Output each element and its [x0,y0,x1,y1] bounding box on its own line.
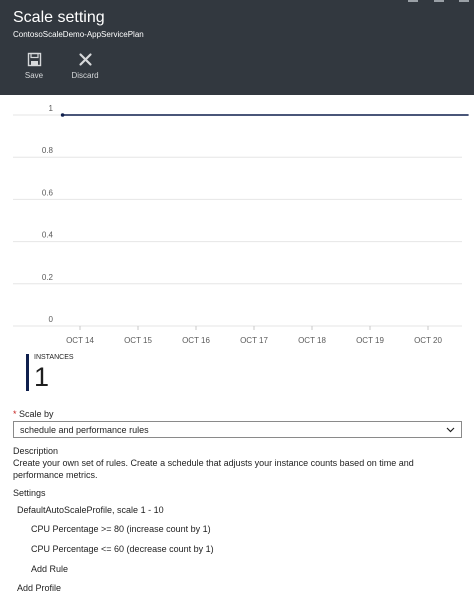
y-tick-label: 0.2 [42,273,54,282]
x-tick-label: OCT 17 [240,336,268,345]
instances-accent-bar [26,354,29,391]
rule-item[interactable]: CPU Percentage <= 60 (decrease count by … [31,544,214,554]
y-tick-label: 0.8 [42,146,54,155]
settings-heading: Settings [13,488,46,498]
profile-link[interactable]: DefaultAutoScaleProfile, scale 1 - 10 [17,505,164,515]
instances-label: INSTANCES [34,354,74,361]
x-tick-label: OCT 20 [414,336,442,345]
discard-label: Discard [71,71,99,80]
x-tick-label: OCT 14 [66,336,94,345]
y-tick-label: 0.4 [42,231,54,240]
description-heading: Description [13,446,59,456]
chevron-down-icon [446,427,455,433]
y-tick-label: 1 [49,104,54,113]
page-subtitle: ContosoScaleDemo-AppServicePlan [13,30,144,39]
scale-by-dropdown[interactable]: schedule and performance rules [13,421,462,438]
rule-item[interactable]: CPU Percentage >= 80 (increase count by … [31,524,211,534]
close-icon[interactable] [459,0,469,2]
required-mark: * [13,409,17,419]
save-icon [27,52,41,67]
series-point [60,113,65,117]
page-title: Scale setting [13,9,105,26]
x-tick-label: OCT 18 [298,336,326,345]
x-tick-label: OCT 16 [182,336,210,345]
discard-icon [78,53,92,66]
instances-count: 1 [34,362,50,392]
y-tick-label: 0 [49,315,54,324]
minimize-icon[interactable] [408,0,418,2]
y-tick-label: 0.6 [42,188,54,197]
x-tick-label: OCT 19 [356,336,384,345]
discard-button[interactable]: Discard [63,52,107,80]
save-button[interactable]: Save [12,52,56,80]
x-tick-label: OCT 15 [124,336,152,345]
blade-header: Scale setting ContosoScaleDemo-AppServic… [0,0,474,95]
description-text: Create your own set of rules. Create a s… [13,458,414,480]
maximize-icon[interactable] [434,0,444,2]
add-profile-link[interactable]: Add Profile [17,583,61,593]
scale-by-label-row: * Scale by [13,409,463,419]
scale-by-selected-value: schedule and performance rules [20,425,149,435]
scale-by-label: Scale by [19,409,54,419]
instance-count-chart: 1 0.8 0.6 0.4 0.2 0 OCT 14 OCT 15 OCT 16 OCT 17 O… [13,104,469,345]
add-rule-link[interactable]: Add Rule [31,564,68,574]
save-label: Save [24,71,44,80]
